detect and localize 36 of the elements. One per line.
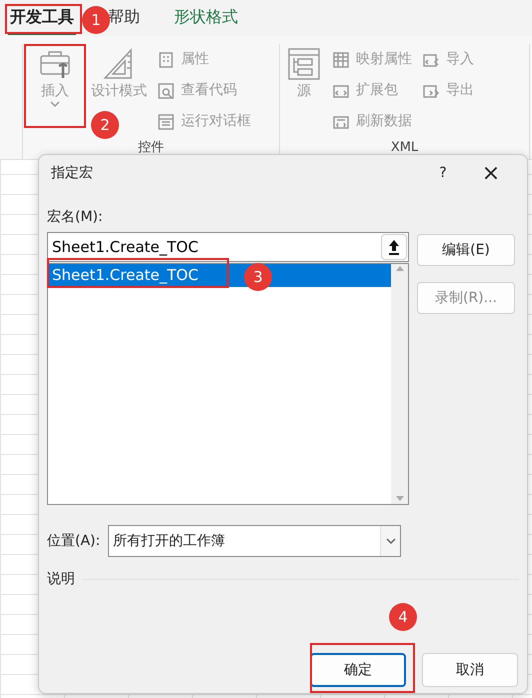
- ribbon-button[interactable]: 属性: [155, 44, 253, 75]
- ribbon-button[interactable]: 运行对话框: [155, 106, 253, 137]
- help-button[interactable]: ?: [423, 158, 463, 188]
- close-button[interactable]: ×: [463, 156, 519, 190]
- ribbon-button[interactable]: 刷新数据: [330, 106, 414, 137]
- dialog-icon: [157, 112, 175, 130]
- field-label: 宏名(M):: [47, 208, 104, 227]
- properties-icon: [157, 50, 175, 68]
- group-label: 控件: [137, 138, 165, 156]
- chevron-icon: [384, 537, 397, 545]
- dialog-button[interactable]: 确定: [310, 653, 406, 687]
- scrollbar[interactable]: [391, 264, 408, 504]
- table-icon: [332, 50, 350, 68]
- upload-icon: [387, 239, 401, 255]
- layout-icon: [286, 46, 322, 82]
- dialog-title: 指定宏: [51, 164, 94, 182]
- ribbon-button[interactable]: 导入: [420, 44, 476, 75]
- scroll-up-icon: [394, 264, 406, 274]
- dialog-button[interactable]: 取消: [422, 653, 518, 687]
- ribbon-button[interactable]: 扩展包: [330, 75, 414, 106]
- ribbon-button[interactable]: 导出: [420, 75, 476, 106]
- ribbon-button[interactable]: 查看代码: [155, 75, 253, 106]
- ribbon-button[interactable]: 源: [284, 44, 324, 102]
- section-label: 说明: [47, 570, 75, 589]
- group-label: XML: [390, 138, 420, 156]
- field-label: 位置(A):: [47, 532, 100, 550]
- ribbon-button[interactable]: 映射属性: [330, 44, 414, 75]
- view-code-icon: [157, 82, 175, 100]
- ribbon-button[interactable]: 插入: [27, 44, 83, 110]
- dialog-button[interactable]: 编辑(E): [417, 234, 515, 266]
- ribbon-tab[interactable]: 形状格式: [172, 1, 240, 35]
- name-field[interactable]: Sheet1.Create_TOC: [47, 232, 409, 262]
- dropdown-value: 所有打开的工作簿: [112, 532, 226, 550]
- upload-button[interactable]: [381, 234, 407, 260]
- ribbon-button[interactable]: 设计模式: [89, 44, 149, 102]
- location-dropdown[interactable]: 所有打开的工作簿: [108, 525, 402, 557]
